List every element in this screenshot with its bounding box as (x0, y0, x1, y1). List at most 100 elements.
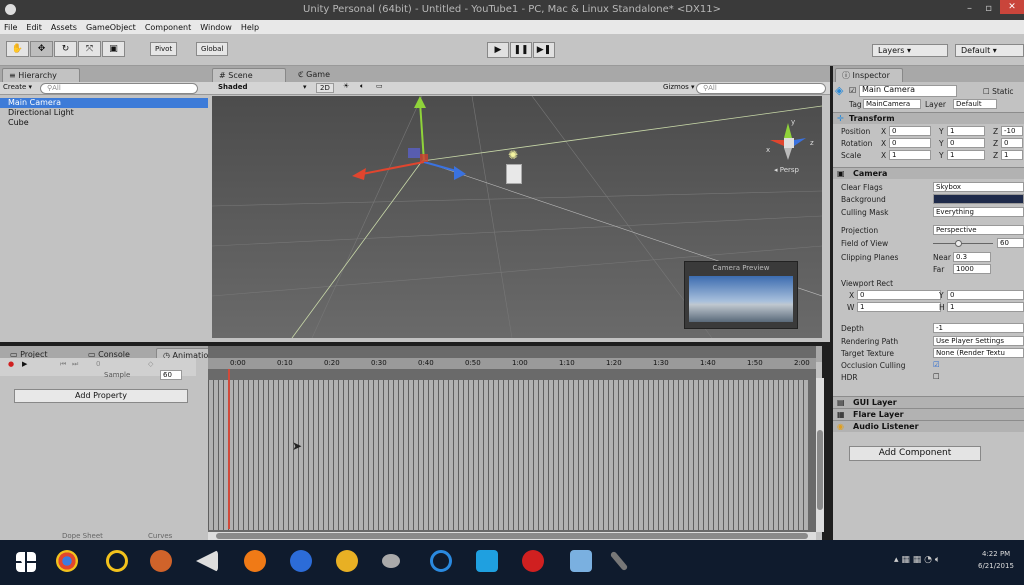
scale-x-input[interactable]: 1 (889, 150, 931, 160)
windows-start-icon[interactable] (16, 552, 36, 572)
pivot-toggle[interactable]: Pivot (150, 42, 178, 56)
transform-header[interactable]: ✛ Transform (833, 112, 1024, 124)
pen-icon[interactable] (609, 550, 629, 572)
depth-input[interactable]: -1 (933, 323, 1024, 333)
tab-inspector[interactable]: ⓘ Inspector (835, 68, 903, 82)
rendering-path-dropdown[interactable]: Use Player Settings (933, 336, 1024, 346)
layer-dropdown[interactable]: Default (953, 99, 997, 109)
rotation-x-input[interactable]: 0 (889, 138, 931, 148)
shading-dropdown[interactable]: Shaded (218, 83, 248, 91)
frame-field[interactable]: 0 (96, 360, 100, 368)
maximize-button[interactable]: ▫ (985, 3, 992, 14)
viewport-w-input[interactable]: 1 (857, 302, 941, 312)
hierarchy-item-directional-light[interactable]: Directional Light (0, 108, 208, 118)
firefox-icon[interactable] (244, 550, 266, 572)
fov-input[interactable]: 60 (997, 238, 1024, 248)
active-checkbox[interactable]: ☑ (849, 86, 856, 95)
menu-help[interactable]: Help (241, 23, 259, 32)
position-y-input[interactable]: 1 (947, 126, 985, 136)
next-keyframe-button[interactable]: ⏭ (72, 360, 78, 369)
clock-date[interactable]: 6/21/2015 (978, 562, 1014, 570)
scale-z-input[interactable]: 1 (1001, 150, 1023, 160)
timeline-vertical-scrollbar[interactable] (816, 378, 824, 532)
tab-hierarchy[interactable]: ≡ Hierarchy (2, 68, 80, 82)
tab-game[interactable]: ℭ Game (292, 68, 352, 82)
projection-dropdown[interactable]: Perspective (933, 225, 1024, 235)
tab-scene[interactable]: # Scene (212, 68, 286, 82)
record-button[interactable]: ● (8, 360, 14, 368)
menu-assets[interactable]: Assets (51, 23, 77, 32)
static-checkbox[interactable]: ☐ Static (983, 87, 1014, 96)
hierarchy-item-cube[interactable]: Cube (0, 118, 208, 128)
menu-edit[interactable]: Edit (26, 23, 42, 32)
scale-y-input[interactable]: 1 (947, 150, 985, 160)
chrome-icon[interactable] (56, 550, 78, 572)
gizmos-dropdown[interactable]: Gizmos ▾ (663, 83, 695, 91)
camera-header[interactable]: ▣ Camera (833, 167, 1024, 179)
position-x-input[interactable]: 0 (889, 126, 931, 136)
light-icon[interactable]: ✺ (508, 148, 518, 162)
viewport-y-input[interactable]: 0 (947, 290, 1024, 300)
internet-explorer-icon[interactable] (430, 550, 452, 572)
playhead[interactable] (228, 369, 230, 529)
tag-dropdown[interactable]: MainCamera (863, 99, 921, 109)
hierarchy-item-main-camera[interactable]: Main Camera (0, 98, 208, 108)
position-z-input[interactable]: -10 (1001, 126, 1023, 136)
notepad-icon[interactable] (570, 550, 592, 572)
rotate-tool-icon[interactable]: ↻ (54, 41, 77, 57)
rotation-y-input[interactable]: 0 (947, 138, 985, 148)
play-button[interactable]: ▶ (487, 42, 509, 58)
scene-search-input[interactable]: ⚲All (696, 83, 826, 94)
hand-tool-icon[interactable]: ✋ (6, 41, 29, 57)
skype-icon[interactable] (476, 550, 498, 572)
minimize-button[interactable]: – (967, 3, 972, 14)
audio-toggle-icon[interactable]: 🔈︎ (360, 82, 364, 91)
orientation-gizmo[interactable]: y z x (766, 118, 816, 168)
global-toggle[interactable]: Global (196, 42, 229, 56)
blender-icon[interactable] (336, 550, 358, 572)
transform-gizmo[interactable] (342, 96, 472, 196)
occlusion-culling-checkbox[interactable]: ☑ (933, 360, 940, 369)
prev-keyframe-button[interactable]: ⏮ (60, 360, 66, 369)
scene-viewport[interactable]: ✺ y z x ◂ Persp Camera Preview (212, 96, 822, 338)
clock-time[interactable]: 4:22 PM (982, 550, 1010, 558)
timeline-horizontal-scrollbar[interactable] (208, 532, 816, 540)
time-ruler[interactable]: 0:00 0:10 0:20 0:30 0:40 0:50 1:00 1:10 … (208, 358, 816, 369)
steam-icon[interactable] (290, 550, 312, 572)
menu-gameobject[interactable]: GameObject (86, 23, 136, 32)
back-arrow-icon[interactable] (196, 550, 218, 572)
curves-tab[interactable]: Curves (148, 532, 172, 540)
step-button[interactable]: ▶❚ (533, 42, 555, 58)
viewport-x-input[interactable]: 0 (857, 290, 941, 300)
pause-button[interactable]: ❚❚ (510, 42, 532, 58)
menu-window[interactable]: Window (200, 23, 232, 32)
scale-tool-icon[interactable]: ⤧ (78, 41, 101, 57)
lighting-toggle-icon[interactable]: ☀ (343, 82, 349, 90)
layers-dropdown[interactable]: Layers ▾ (872, 44, 948, 57)
move-tool-icon[interactable]: ✥ (30, 41, 53, 57)
menu-file[interactable]: File (4, 23, 17, 32)
rotation-z-input[interactable]: 0 (1001, 138, 1023, 148)
effects-toggle-icon[interactable]: ▭ (376, 82, 383, 90)
add-property-button[interactable]: Add Property (14, 389, 188, 403)
hierarchy-search-input[interactable]: ⚲All (40, 83, 198, 94)
viewport-h-input[interactable]: 1 (947, 302, 1024, 312)
hdr-checkbox[interactable]: ☐ (933, 372, 940, 381)
layout-dropdown[interactable]: Default ▾ (955, 44, 1024, 57)
sample-input[interactable]: 60 (160, 370, 182, 380)
paint-icon[interactable] (150, 550, 172, 572)
rect-tool-icon[interactable]: ▣ (102, 41, 125, 57)
create-dropdown[interactable]: Create ▾ (3, 83, 32, 91)
opera-icon[interactable] (106, 550, 128, 572)
tray-icons[interactable]: ▴ ▦ ▦ ◔ 🔈︎ (894, 555, 940, 565)
add-keyframe-button[interactable]: ◇ (148, 360, 153, 368)
record-app-icon[interactable] (522, 550, 544, 572)
clear-flags-dropdown[interactable]: Skybox (933, 182, 1024, 192)
far-input[interactable]: 1000 (953, 264, 991, 274)
gui-layer-header[interactable]: ▤ GUI Layer (833, 396, 1024, 408)
fov-slider-thumb[interactable] (955, 240, 962, 247)
tool-icon[interactable] (382, 554, 400, 568)
culling-mask-dropdown[interactable]: Everything (933, 207, 1024, 217)
add-component-button[interactable]: Add Component (849, 446, 981, 461)
close-button[interactable]: ✕ (1000, 0, 1024, 14)
